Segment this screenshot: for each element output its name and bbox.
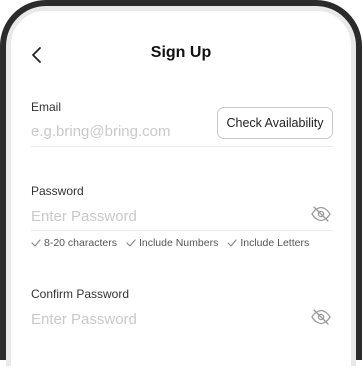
eye-off-icon [311,206,331,222]
password-rule: Include Numbers [126,237,218,249]
signup-screen: Sign Up Email Check Availability Passwor… [11,11,351,371]
eye-off-icon [311,309,331,325]
check-icon [31,239,41,247]
password-section: Password 8-20 characters Include Numbers… [31,184,333,254]
confirm-password-section: Confirm Password [31,287,333,347]
password-rule-text: Include Numbers [138,237,219,249]
password-rule-text: Include Letters [240,237,310,249]
check-icon [126,239,136,247]
password-rule-text: 8-20 characters [44,237,117,249]
confirm-password-input[interactable] [31,311,211,328]
password-visibility-toggle[interactable] [311,206,333,224]
password-divider [31,230,333,231]
password-rules: 8-20 characters Include Numbers Include … [31,237,309,249]
password-label: Password [31,184,84,198]
confirm-password-visibility-toggle[interactable] [311,309,333,327]
header: Sign Up [11,11,351,89]
page-title: Sign Up [150,44,212,61]
email-section: Email Check Availability [31,100,333,160]
email-input[interactable] [31,123,211,140]
password-rule: Include Letters [227,237,309,249]
email-divider [31,146,333,147]
password-input[interactable] [31,208,211,225]
confirm-password-label: Confirm Password [31,287,130,301]
password-rule: 8-20 characters [31,237,117,249]
check-icon [227,239,237,247]
check-availability-button[interactable]: Check Availability [217,107,333,139]
